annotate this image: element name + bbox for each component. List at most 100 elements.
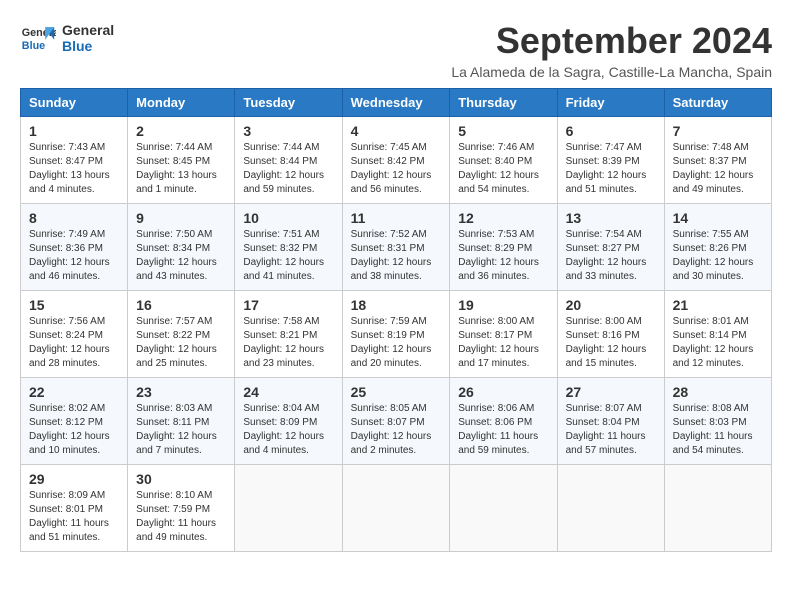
day-cell-6: 6 Sunrise: 7:47 AMSunset: 8:39 PMDaylight… — [557, 117, 664, 204]
location-title: La Alameda de la Sagra, Castille-La Manc… — [451, 64, 772, 80]
day-info: Sunrise: 7:50 AMSunset: 8:34 PMDaylight:… — [136, 228, 226, 284]
logo-text-general: General — [62, 22, 114, 38]
weekday-header-wednesday: Wednesday — [342, 89, 450, 117]
weekday-header-thursday: Thursday — [450, 89, 557, 117]
week-row-4: 22 Sunrise: 8:02 AMSunset: 8:12 PMDayligh… — [21, 378, 772, 465]
week-row-2: 8 Sunrise: 7:49 AMSunset: 8:36 PMDaylight… — [21, 204, 772, 291]
day-cell-13: 13Sunrise: 7:54 AMSunset: 8:27 PMDayligh… — [557, 204, 664, 291]
day-info: Sunrise: 7:52 AMSunset: 8:31 PMDaylight:… — [351, 228, 442, 284]
day-info: Sunrise: 7:59 AMSunset: 8:19 PMDaylight:… — [351, 315, 442, 371]
day-info: Sunrise: 8:05 AMSunset: 8:07 PMDaylight:… — [351, 402, 442, 458]
day-number: 22 — [29, 384, 119, 400]
day-cell-23: 23 Sunrise: 8:03 AMSunset: 8:11 PMDayligh… — [128, 378, 235, 465]
day-number: 6 — [566, 123, 656, 139]
day-info: Sunrise: 8:00 AMSunset: 8:17 PMDaylight:… — [458, 315, 548, 371]
day-info: Sunrise: 8:07 AMSunset: 8:04 PMDaylight:… — [566, 402, 656, 458]
day-info: Sunrise: 8:08 AMSunset: 8:03 PMDaylight:… — [673, 402, 763, 458]
day-number: 28 — [673, 384, 763, 400]
day-info: Sunrise: 8:02 AMSunset: 8:12 PMDaylight:… — [29, 402, 119, 458]
day-info: Sunrise: 7:45 AMSunset: 8:42 PMDaylight:… — [351, 141, 442, 197]
day-cell-3: 3Sunrise: 7:44 AMSunset: 8:44 PMDaylight… — [235, 117, 342, 204]
weekday-header-row: SundayMondayTuesdayWednesdayThursdayFrid… — [21, 89, 772, 117]
day-number: 24 — [243, 384, 333, 400]
day-cell-4: 4 Sunrise: 7:45 AMSunset: 8:42 PMDaylight… — [342, 117, 450, 204]
day-number: 3 — [243, 123, 333, 139]
empty-cell — [235, 465, 342, 552]
logo: General Blue General Blue — [20, 20, 114, 56]
day-number: 25 — [351, 384, 442, 400]
day-cell-19: 19Sunrise: 8:00 AMSunset: 8:17 PMDayligh… — [450, 291, 557, 378]
day-number: 13 — [566, 210, 656, 226]
day-cell-1: 1Sunrise: 7:43 AMSunset: 8:47 PMDaylight… — [21, 117, 128, 204]
logo-text-blue: Blue — [62, 38, 114, 54]
weekday-header-sunday: Sunday — [21, 89, 128, 117]
weekday-header-tuesday: Tuesday — [235, 89, 342, 117]
day-number: 26 — [458, 384, 548, 400]
day-cell-21: 21 Sunrise: 8:01 AMSunset: 8:14 PMDayligh… — [664, 291, 771, 378]
day-number: 12 — [458, 210, 548, 226]
day-number: 4 — [351, 123, 442, 139]
day-info: Sunrise: 7:49 AMSunset: 8:36 PMDaylight:… — [29, 228, 119, 284]
empty-cell — [664, 465, 771, 552]
day-number: 17 — [243, 297, 333, 313]
day-info: Sunrise: 7:53 AMSunset: 8:29 PMDaylight:… — [458, 228, 548, 284]
day-cell-18: 18 Sunrise: 7:59 AMSunset: 8:19 PMDayligh… — [342, 291, 450, 378]
day-cell-11: 11 Sunrise: 7:52 AMSunset: 8:31 PMDayligh… — [342, 204, 450, 291]
day-info: Sunrise: 8:09 AMSunset: 8:01 PMDaylight:… — [29, 489, 119, 545]
day-number: 7 — [673, 123, 763, 139]
day-info: Sunrise: 8:03 AMSunset: 8:11 PMDaylight:… — [136, 402, 226, 458]
day-number: 20 — [566, 297, 656, 313]
day-info: Sunrise: 8:06 AMSunset: 8:06 PMDaylight:… — [458, 402, 548, 458]
day-cell-28: 28 Sunrise: 8:08 AMSunset: 8:03 PMDayligh… — [664, 378, 771, 465]
day-number: 5 — [458, 123, 548, 139]
day-cell-25: 25 Sunrise: 8:05 AMSunset: 8:07 PMDayligh… — [342, 378, 450, 465]
day-info: Sunrise: 7:48 AMSunset: 8:37 PMDaylight:… — [673, 141, 763, 197]
day-cell-7: 7 Sunrise: 7:48 AMSunset: 8:37 PMDaylight… — [664, 117, 771, 204]
svg-text:Blue: Blue — [22, 40, 45, 52]
day-number: 16 — [136, 297, 226, 313]
day-cell-16: 16 Sunrise: 7:57 AMSunset: 8:22 PMDayligh… — [128, 291, 235, 378]
day-info: Sunrise: 8:01 AMSunset: 8:14 PMDaylight:… — [673, 315, 763, 371]
page-header: General Blue General Blue September 2024… — [20, 20, 772, 80]
day-number: 14 — [673, 210, 763, 226]
weekday-header-monday: Monday — [128, 89, 235, 117]
day-info: Sunrise: 7:56 AMSunset: 8:24 PMDaylight:… — [29, 315, 119, 371]
day-number: 1 — [29, 123, 119, 139]
day-cell-5: 5Sunrise: 7:46 AMSunset: 8:40 PMDaylight… — [450, 117, 557, 204]
month-title: September 2024 — [451, 20, 772, 62]
day-cell-29: 29 Sunrise: 8:09 AMSunset: 8:01 PMDayligh… — [21, 465, 128, 552]
day-cell-27: 27 Sunrise: 8:07 AMSunset: 8:04 PMDayligh… — [557, 378, 664, 465]
empty-cell — [450, 465, 557, 552]
week-row-5: 29 Sunrise: 8:09 AMSunset: 8:01 PMDayligh… — [21, 465, 772, 552]
day-cell-24: 24Sunrise: 8:04 AMSunset: 8:09 PMDayligh… — [235, 378, 342, 465]
calendar-table: SundayMondayTuesdayWednesdayThursdayFrid… — [20, 88, 772, 552]
day-number: 11 — [351, 210, 442, 226]
day-cell-26: 26 Sunrise: 8:06 AMSunset: 8:06 PMDayligh… — [450, 378, 557, 465]
day-number: 15 — [29, 297, 119, 313]
day-cell-8: 8 Sunrise: 7:49 AMSunset: 8:36 PMDaylight… — [21, 204, 128, 291]
weekday-header-friday: Friday — [557, 89, 664, 117]
day-number: 8 — [29, 210, 119, 226]
day-number: 29 — [29, 471, 119, 487]
weekday-header-saturday: Saturday — [664, 89, 771, 117]
day-cell-15: 15 Sunrise: 7:56 AMSunset: 8:24 PMDayligh… — [21, 291, 128, 378]
day-number: 9 — [136, 210, 226, 226]
week-row-1: 1Sunrise: 7:43 AMSunset: 8:47 PMDaylight… — [21, 117, 772, 204]
day-info: Sunrise: 7:58 AMSunset: 8:21 PMDaylight:… — [243, 315, 333, 371]
day-info: Sunrise: 7:47 AMSunset: 8:39 PMDaylight:… — [566, 141, 656, 197]
day-info: Sunrise: 8:10 AMSunset: 7:59 PMDaylight:… — [136, 489, 226, 545]
day-info: Sunrise: 7:51 AMSunset: 8:32 PMDaylight:… — [243, 228, 333, 284]
day-number: 18 — [351, 297, 442, 313]
title-area: September 2024 La Alameda de la Sagra, C… — [451, 20, 772, 80]
day-number: 21 — [673, 297, 763, 313]
empty-cell — [557, 465, 664, 552]
day-cell-20: 20Sunrise: 8:00 AMSunset: 8:16 PMDayligh… — [557, 291, 664, 378]
empty-cell — [342, 465, 450, 552]
day-cell-9: 9 Sunrise: 7:50 AMSunset: 8:34 PMDaylight… — [128, 204, 235, 291]
day-number: 23 — [136, 384, 226, 400]
day-info: Sunrise: 7:55 AMSunset: 8:26 PMDaylight:… — [673, 228, 763, 284]
day-number: 27 — [566, 384, 656, 400]
day-info: Sunrise: 7:57 AMSunset: 8:22 PMDaylight:… — [136, 315, 226, 371]
day-cell-30: 30Sunrise: 8:10 AMSunset: 7:59 PMDayligh… — [128, 465, 235, 552]
day-cell-17: 17 Sunrise: 7:58 AMSunset: 8:21 PMDayligh… — [235, 291, 342, 378]
